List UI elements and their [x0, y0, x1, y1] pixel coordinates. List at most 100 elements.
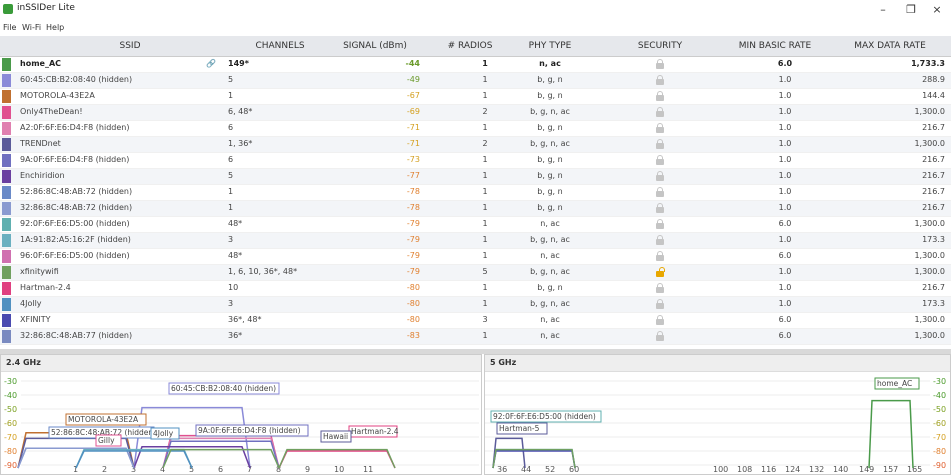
cell-ssid: 60:45:CB:B2:08:40 (hidden) [20, 75, 133, 84]
cell-min-basic-rate: 6.0 [778, 219, 792, 228]
cell-radios: 2 [482, 139, 488, 148]
network-label: 92:0F:6F:E6:D5:00 (hidden) [493, 412, 596, 421]
table-row[interactable]: 32:86:8C:48:AB:72 (hidden) 1 -78 1 b, g, n 1.… [0, 201, 951, 217]
menu-help[interactable]: Help [46, 23, 64, 32]
table-row[interactable]: MOTOROLA-43E2A 1 -67 1 b, g, n 1.0 144.4 [0, 89, 951, 105]
cell-channels: 1, 6, 10, 36*, 48* [228, 267, 298, 276]
lock-icon [656, 219, 664, 229]
table-row[interactable]: TRENDnet 1, 36* -71 2 b, g, n, ac 1.0 1,300.0 [0, 137, 951, 153]
cell-max-data-rate: 1,300.0 [914, 331, 945, 340]
table-row[interactable]: XFINITY 36*, 48* -80 3 n, ac 6.0 1,300.0 [0, 313, 951, 329]
column-security[interactable]: SECURITY [625, 41, 695, 51]
cell-phy-type: n, ac [539, 59, 561, 68]
cell-radios: 1 [482, 219, 488, 228]
lock-icon [656, 283, 664, 293]
menu-wifi[interactable]: Wi-Fi [22, 23, 41, 32]
network-color-swatch [2, 202, 11, 215]
app-logo-icon [3, 4, 13, 14]
y-tick-label: -70 [4, 433, 17, 442]
cell-channels: 3 [228, 235, 234, 244]
network-label: 4Jolly [153, 429, 174, 438]
cell-phy-type: b, g, n, ac [530, 139, 570, 148]
x-tick-label: 116 [761, 465, 776, 474]
x-tick-label: 2 [102, 465, 107, 474]
cell-max-data-rate: 216.7 [922, 203, 945, 212]
table-row[interactable]: 4Jolly 3 -80 1 b, g, n, ac 1.0 173.3 [0, 297, 951, 313]
panel-2-4-ghz: 2.4 GHz -30 -40 -50 -60 -70 -80 -90 1 2 3 4 5 6 7 8 9 10… [0, 354, 482, 475]
panel-5-ghz: 5 GHz -30 -40 -50 -60 -70 -80 -90 36 44 52 60 100 10… [484, 354, 951, 475]
cell-channels: 6, 48* [228, 107, 253, 116]
x-tick-label: 36 [497, 465, 507, 474]
chart-5-ghz: -30-40-50-60-70-80-9036 44 52 60 100 108 116 12… [485, 377, 946, 474]
minimize-button[interactable]: – [873, 3, 893, 16]
cell-phy-type: n, ac [540, 251, 560, 260]
x-tick-label: 157 [883, 465, 898, 474]
table-row[interactable]: Only4TheDean! 6, 48* -69 2 b, g, n, ac 1.0 1,3… [0, 105, 951, 121]
cell-max-data-rate: 1,300.0 [914, 251, 945, 260]
table-row[interactable]: A2:0F:6F:E6:D4:F8 (hidden) 6 -71 1 b, g, n 1.… [0, 121, 951, 137]
table-row[interactable]: 96:0F:6F:E6:D5:00 (hidden) 48* -79 1 n, ac 6.… [0, 249, 951, 265]
cell-radios: 1 [482, 283, 488, 292]
network-label: MOTOROLA-43E2A [68, 415, 139, 424]
link-icon[interactable]: 🔗 [206, 59, 216, 68]
signal-trace [162, 437, 280, 469]
cell-radios: 1 [482, 299, 488, 308]
x-tick-label: 149 [859, 465, 874, 474]
column-channels[interactable]: CHANNELS [240, 41, 320, 51]
cell-signal: -79 [406, 267, 420, 276]
cell-phy-type: b, g, n [537, 187, 563, 196]
column-max-data-rate[interactable]: MAX DATA RATE [840, 41, 940, 51]
cell-ssid: xfinitywifi [20, 267, 59, 276]
y-tick-label: -30 [933, 377, 946, 386]
maximize-button[interactable]: ❐ [901, 3, 921, 16]
cell-channels: 5 [228, 171, 234, 180]
y-tick-label: -40 [933, 391, 946, 400]
cell-radios: 1 [482, 75, 488, 84]
x-tick-label: 124 [785, 465, 800, 474]
close-button[interactable]: × [927, 3, 947, 16]
table-row[interactable]: 32:86:8C:48:AB:77 (hidden) 36* -83 1 n, ac 6.… [0, 329, 951, 345]
column-signal[interactable]: SIGNAL (dBm) [330, 41, 420, 51]
table-row[interactable]: 92:0F:6F:E6:D5:00 (hidden) 48* -79 1 n, ac 6.… [0, 217, 951, 233]
cell-signal: -44 [405, 59, 420, 68]
column-ssid[interactable]: SSID [70, 41, 190, 51]
cell-phy-type: b, g, n [537, 171, 563, 180]
cell-ssid: 1A:91:82:A5:16:2F (hidden) [20, 235, 131, 244]
table-row[interactable]: Hartman-2.4 10 -80 1 b, g, n 1.0 216.7 [0, 281, 951, 297]
network-color-swatch [2, 298, 11, 311]
table-row[interactable]: 1A:91:82:A5:16:2F (hidden) 3 -79 1 b, g, n, … [0, 233, 951, 249]
x-tick-label: 100 [713, 465, 728, 474]
menu-file[interactable]: File [3, 23, 16, 32]
y-tick-label: -60 [4, 419, 17, 428]
cell-radios: 1 [482, 123, 488, 132]
cell-min-basic-rate: 1.0 [778, 155, 792, 164]
cell-ssid: 96:0F:6F:E6:D5:00 (hidden) [20, 251, 130, 260]
lock-icon [656, 139, 664, 149]
cell-min-basic-rate: 1.0 [778, 299, 792, 308]
cell-min-basic-rate: 1.0 [778, 267, 792, 276]
network-color-swatch [2, 282, 11, 295]
table-row[interactable]: Enchiridion 5 -77 1 b, g, n 1.0 216.7 [0, 169, 951, 185]
cell-max-data-rate: 1,733.3 [911, 59, 945, 68]
table-row[interactable]: 52:86:8C:48:AB:72 (hidden) 1 -78 1 b, g, n 1.… [0, 185, 951, 201]
y-tick-label: -70 [933, 433, 946, 442]
table-row[interactable]: 60:45:CB:B2:08:40 (hidden) 5 -49 1 b, g, n 1.… [0, 73, 951, 89]
network-color-swatch [2, 90, 11, 103]
column-min-basic-rate[interactable]: MIN BASIC RATE [720, 41, 830, 51]
x-tick-label: 52 [545, 465, 555, 474]
cell-radios: 1 [482, 59, 488, 68]
table-row[interactable]: xfinitywifi 1, 6, 10, 36*, 48* -79 5 b, g, n… [0, 265, 951, 281]
cell-ssid: Enchiridion [20, 171, 65, 180]
cell-signal: -79 [406, 219, 420, 228]
cell-phy-type: b, g, n [537, 203, 563, 212]
column-phy-type[interactable]: PHY TYPE [510, 41, 590, 51]
cell-radios: 1 [482, 91, 488, 100]
column-radios[interactable]: # RADIOS [440, 41, 500, 51]
table-row[interactable]: 9A:0F:6F:E6:D4:F8 (hidden) 6 -73 1 b, g, n 1.… [0, 153, 951, 169]
cell-min-basic-rate: 1.0 [778, 187, 792, 196]
cell-phy-type: b, g, n [537, 91, 563, 100]
x-tick-label: 9 [305, 465, 310, 474]
network-label: home_AC [877, 379, 912, 388]
cell-min-basic-rate: 1.0 [778, 171, 792, 180]
table-row[interactable]: home_AC 🔗 149* -44 1 n, ac 6.0 1,733.3 [0, 57, 951, 73]
